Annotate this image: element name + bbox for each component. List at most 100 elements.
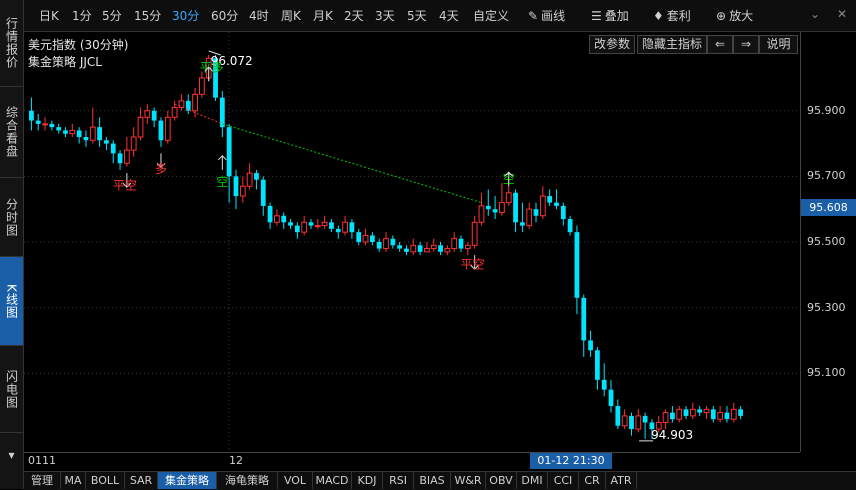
- price-tick-label: 95.300: [807, 300, 846, 314]
- close-icon[interactable]: ✕: [837, 7, 847, 21]
- candle-body: [717, 412, 724, 420]
- candle-body: [539, 195, 546, 217]
- time-label-start: 0111: [28, 454, 56, 467]
- time-axis: 0111 12: [24, 452, 800, 470]
- period-30min[interactable]: 30分: [172, 7, 199, 24]
- candle-body: [63, 130, 68, 134]
- period-5day[interactable]: 5天: [407, 7, 427, 24]
- candle-body: [519, 222, 525, 226]
- tab-rsi[interactable]: RSI: [383, 472, 414, 489]
- period-toolbar: 日K 1分 5分 15分 30分 60分 4时 周K 月K 2天 3天 5天 4…: [24, 0, 856, 32]
- tab-ma[interactable]: MA: [61, 472, 86, 489]
- candle-body: [676, 408, 683, 420]
- tab-kline[interactable]: K线图: [0, 257, 23, 346]
- tab-manage[interactable]: 管理: [24, 472, 61, 489]
- candle-body: [724, 412, 730, 420]
- candle-body: [485, 205, 491, 210]
- candle-body: [554, 202, 559, 206]
- tab-dmi[interactable]: DMI: [517, 472, 548, 489]
- tab-macd[interactable]: MACD: [313, 472, 352, 489]
- tab-atr[interactable]: ATR: [606, 472, 637, 489]
- scroll-down-icon[interactable]: ▾: [0, 440, 23, 470]
- period-month[interactable]: 月K: [313, 7, 333, 24]
- candle-body: [301, 221, 308, 233]
- period-3day[interactable]: 3天: [375, 7, 395, 24]
- candle-body: [458, 238, 464, 249]
- indicator-tab-strip: 管理 MA BOLL SAR 集金策略 海龟策略 VOL MACD KDJ RS…: [24, 471, 856, 490]
- period-day[interactable]: 日K: [39, 7, 59, 24]
- tab-flash[interactable]: 闪电图: [0, 346, 23, 433]
- candle-body: [513, 192, 518, 223]
- draw-line-button[interactable]: ✎ 画线: [528, 7, 565, 24]
- candle-body: [110, 143, 116, 154]
- tab-cci[interactable]: CCI: [548, 472, 579, 489]
- tab-vol[interactable]: VOL: [278, 472, 313, 489]
- tab-quotes[interactable]: 行情报价: [0, 0, 23, 87]
- tab-wr[interactable]: W&R: [451, 472, 486, 489]
- arbitrage-button[interactable]: ♦ 套利: [653, 7, 691, 24]
- price-axis: 95.900 95.700 95.500 95.300 95.100: [800, 32, 856, 452]
- candle-body: [430, 244, 437, 250]
- candle-body: [376, 242, 382, 249]
- candle-body: [192, 93, 198, 112]
- candle-body: [560, 205, 566, 220]
- candle-body: [246, 172, 253, 187]
- candle-body: [137, 116, 144, 138]
- candle-body: [730, 408, 737, 420]
- tab-bias[interactable]: BIAS: [414, 472, 451, 489]
- period-custom[interactable]: 自定义: [473, 7, 509, 24]
- period-4day[interactable]: 4天: [439, 7, 459, 24]
- candle-body: [683, 409, 689, 416]
- candle-body: [397, 245, 403, 249]
- period-week[interactable]: 周K: [281, 7, 301, 24]
- candle-body: [404, 248, 409, 252]
- candlestick-chart[interactable]: 96.072 94.903 平空多平多空平空空: [24, 32, 800, 452]
- tab-cr[interactable]: CR: [579, 472, 606, 489]
- tab-obv[interactable]: OBV: [486, 472, 517, 489]
- tab-kdj[interactable]: KDJ: [352, 472, 383, 489]
- candle-body: [349, 222, 355, 233]
- tab-jjcl[interactable]: 集金策略: [158, 472, 217, 489]
- candle-body: [56, 127, 62, 131]
- signal-duo: 多: [155, 162, 167, 176]
- tab-boll[interactable]: BOLL: [86, 472, 125, 489]
- candle-body: [369, 235, 375, 242]
- tab-sar[interactable]: SAR: [125, 472, 158, 489]
- zoom-button[interactable]: ⊕ 放大: [716, 7, 753, 24]
- candle-body: [608, 389, 614, 407]
- period-5min[interactable]: 5分: [102, 7, 122, 24]
- period-2day[interactable]: 2天: [344, 7, 364, 24]
- candle-body: [158, 120, 164, 141]
- price-tick-label: 95.500: [807, 235, 846, 248]
- candle-body: [76, 130, 82, 137]
- candle-body: [260, 179, 266, 206]
- period-60min[interactable]: 60分: [211, 7, 238, 24]
- candle-body: [533, 209, 539, 216]
- candle-body: [117, 153, 123, 164]
- period-4h[interactable]: 4时: [249, 7, 269, 24]
- chevron-down-icon[interactable]: ⌄: [810, 7, 820, 21]
- candle-body: [29, 110, 34, 121]
- candle-body: [35, 120, 41, 124]
- chart-svg: 96.07294.903平空多平多空平空空: [24, 32, 800, 452]
- candle-body: [104, 140, 109, 144]
- candle-body: [294, 225, 300, 233]
- candle-body: [464, 244, 471, 250]
- tab-turtle[interactable]: 海龟策略: [217, 472, 278, 489]
- candle-body: [621, 415, 628, 427]
- candle-body: [42, 123, 48, 126]
- price-tick-label: 95.900: [807, 103, 846, 117]
- price-tick-label: 95.100: [807, 366, 846, 380]
- candle-body: [601, 379, 607, 390]
- signal-ping-duo: 平多: [200, 60, 224, 74]
- period-15min[interactable]: 15分: [134, 7, 161, 24]
- time-label-day: 12: [229, 454, 243, 467]
- overlay-button[interactable]: ☰ 叠加: [591, 7, 629, 24]
- tab-intraday[interactable]: 分时图: [0, 178, 23, 257]
- tab-overview[interactable]: 综合看盘: [0, 87, 23, 178]
- candle-body: [83, 137, 89, 141]
- period-1min[interactable]: 1分: [72, 7, 92, 24]
- candle-body: [130, 136, 137, 151]
- candle-body: [471, 221, 478, 246]
- signal-ping-kong-1: 平空: [113, 179, 137, 193]
